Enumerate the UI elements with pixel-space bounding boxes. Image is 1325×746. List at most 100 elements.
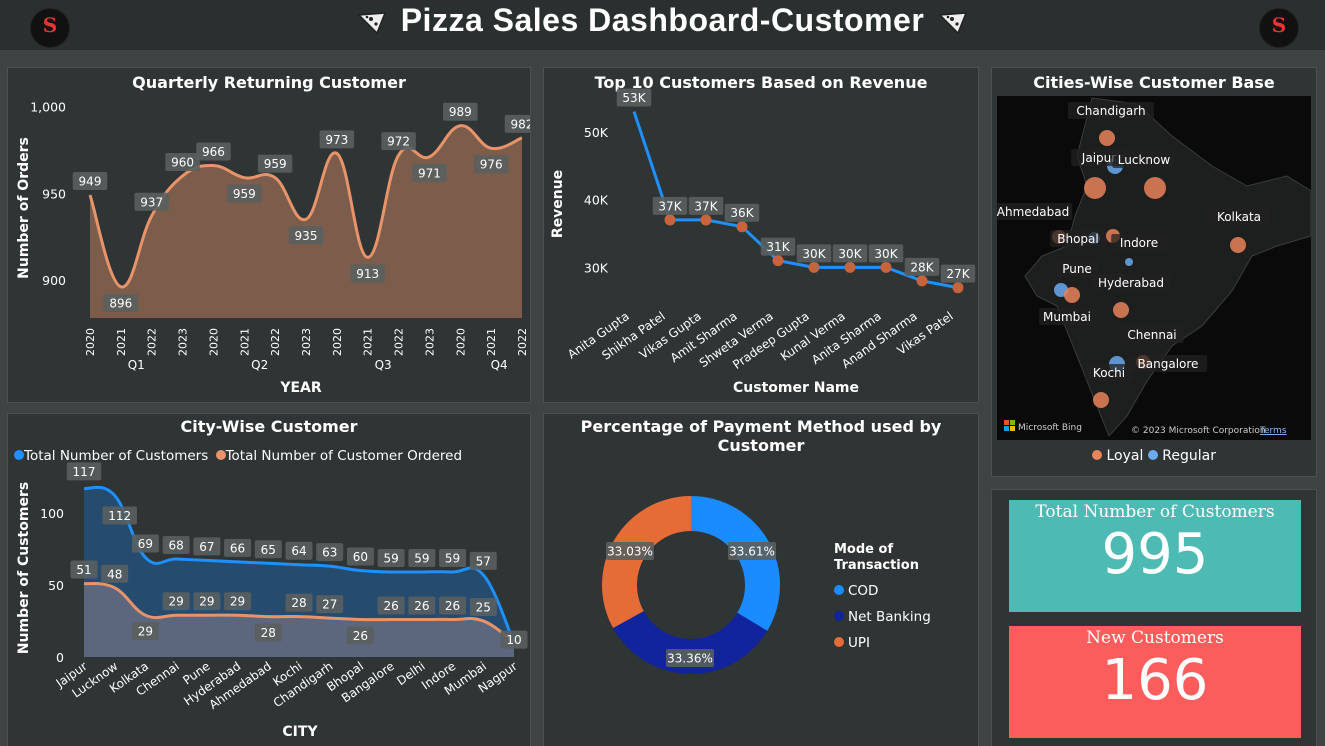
data-label-ordered: 26 — [414, 599, 429, 613]
slice-label-netbanking: 33.36% — [667, 652, 713, 666]
city-bubble — [1144, 177, 1166, 199]
x-axis-title: CITY — [282, 724, 318, 740]
data-point — [664, 214, 676, 226]
city-label-kolkata: Kolkata — [1217, 210, 1261, 224]
y-tick: 50 — [48, 578, 64, 593]
data-label: 53K — [622, 91, 646, 105]
x-tick: 2023 — [423, 328, 436, 356]
data-label: 27K — [946, 267, 970, 281]
top10-panel: Top 10 Customers Based on Revenue 30K 40K… — [544, 68, 978, 402]
data-label: 989 — [449, 105, 472, 119]
data-label: 982 — [511, 117, 530, 131]
legend-regular: Regular — [1162, 448, 1216, 464]
kpi-new-label: New Customers — [1086, 628, 1224, 648]
data-label-customers: 10 — [506, 633, 521, 647]
city-panel: City-Wise Customer Total Number of Custo… — [8, 414, 530, 746]
y-tick: 100 — [40, 506, 64, 521]
legend-item-netbanking: Net Banking — [834, 604, 978, 630]
data-label: 960 — [171, 155, 194, 169]
data-label-customers: 67 — [199, 540, 214, 554]
data-label: 30K — [838, 247, 862, 261]
data-label-ordered: 25 — [476, 600, 491, 614]
data-label: 31K — [766, 240, 790, 254]
data-point — [808, 261, 820, 273]
data-label: 972 — [387, 135, 410, 149]
data-label-customers: 117 — [73, 465, 96, 479]
data-label-ordered: 27 — [322, 598, 337, 612]
y-tick: 40K — [584, 193, 609, 208]
data-label-customers: 64 — [291, 544, 306, 558]
data-label-ordered: 29 — [138, 625, 153, 639]
x-tick: 2020 — [84, 328, 97, 356]
data-label: 966 — [202, 145, 225, 159]
city-chart: 0 50 100 117 112 69 68 67 66 65 64 63 60 59 59 59 57 10 51… — [16, 462, 528, 740]
y-tick: 900 — [42, 273, 66, 288]
slice-label-cod: 33.61% — [729, 545, 775, 559]
data-point — [736, 221, 748, 233]
ms-logo-icon — [1010, 420, 1015, 425]
x-tick: 2022 — [393, 328, 406, 356]
y-tick: 50K — [584, 125, 609, 140]
data-label-ordered: 26 — [384, 599, 399, 613]
city-bubble — [1064, 287, 1080, 303]
city-bubble — [1093, 392, 1109, 408]
group-label: Q1 — [128, 358, 145, 372]
y-axis-title: Revenue — [550, 170, 566, 238]
data-point — [772, 255, 784, 267]
kpi-total-customers: Total Number of Customers 995 — [1009, 500, 1301, 612]
data-label-ordered: 48 — [107, 567, 122, 581]
city-label-pune: Pune — [1062, 262, 1092, 276]
donut-slice-cod — [691, 496, 780, 631]
data-label-ordered: 28 — [291, 596, 306, 610]
map-attribution-right: © 2023 Microsoft Corporation — [1131, 426, 1266, 436]
y-tick: 1,000 — [30, 100, 66, 115]
city-bubble — [1084, 177, 1106, 199]
page-title: Pizza Sales Dashboard-Customer — [0, 2, 1325, 39]
data-label-ordered: 26 — [353, 629, 368, 643]
city-label-chennai: Chennai — [1127, 328, 1176, 342]
area-fill — [90, 125, 522, 318]
map-attribution-left: Microsoft Bing — [1018, 423, 1082, 433]
y-axis-title: Number of Orders — [16, 137, 32, 279]
data-label: 36K — [730, 206, 754, 220]
city-label-chandigarh: Chandigarh — [1076, 104, 1145, 118]
legend-title: Mode of Transaction — [834, 542, 919, 573]
map-terms-link[interactable]: Terms — [1259, 426, 1287, 436]
map-panel: Cities-Wise Customer Base Chandigarh Jaip… — [992, 68, 1316, 476]
city-bubble — [1113, 302, 1129, 318]
data-label: 959 — [233, 187, 256, 201]
kpi-new-value: 166 — [1101, 648, 1209, 713]
data-label-customers: 59 — [384, 551, 399, 565]
city-label-mumbai: Mumbai — [1043, 310, 1091, 324]
data-label-ordered: 29 — [169, 595, 184, 609]
x-tick: 2021 — [362, 328, 375, 356]
data-label-customers: 60 — [353, 550, 368, 564]
data-label-customers: 69 — [138, 537, 153, 551]
x-tick: 2022 — [146, 328, 159, 356]
data-label-customers: 65 — [261, 543, 276, 557]
payment-legend: Mode of Transaction COD Net Banking UPI — [834, 542, 978, 656]
x-tick: 2023 — [300, 328, 313, 356]
data-label: 37K — [694, 199, 718, 213]
data-label: 959 — [264, 157, 287, 171]
data-label-customers: 63 — [322, 546, 337, 560]
legend-dot-loyal — [1092, 450, 1103, 460]
data-label-customers: 66 — [230, 541, 245, 555]
kpi-total-label: Total Number of Customers — [1035, 502, 1275, 522]
logo-right: S — [1259, 8, 1299, 48]
data-label: 949 — [79, 175, 102, 189]
top10-chart: 30K40K50K53K37K 37K 36K31K 30K 30K 30K28K 27KA… — [550, 88, 976, 396]
y-tick: 30K — [584, 260, 609, 275]
data-label-customers: 57 — [476, 554, 491, 568]
data-label-customers: 68 — [169, 538, 184, 552]
logo-text: S — [1271, 13, 1287, 37]
x-tick: 2020 — [331, 328, 344, 356]
group-label: Q3 — [375, 358, 392, 372]
city-label-lucknow: Lucknow — [1118, 153, 1171, 167]
ms-logo-icon — [1010, 426, 1015, 431]
data-label: 896 — [109, 296, 132, 310]
india-map[interactable]: Chandigarh Jaipur Lucknow Ahmedabad Bhopal In… — [997, 96, 1311, 440]
legend-item-upi: UPI — [834, 630, 978, 656]
legend-loyal: Loyal — [1106, 448, 1144, 464]
data-label: 37K — [658, 199, 682, 213]
